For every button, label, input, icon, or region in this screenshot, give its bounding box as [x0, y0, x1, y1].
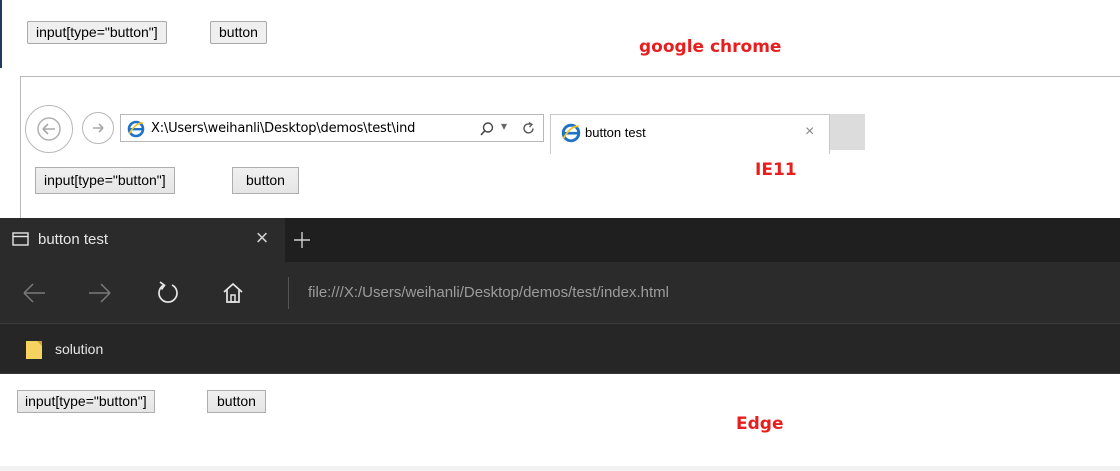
chrome-button[interactable]: button	[210, 21, 267, 44]
ie-forward-button[interactable]	[82, 112, 114, 144]
edge-section: button test × file:///X:/Users/weihanli/…	[0, 218, 1120, 471]
tab-page-icon	[12, 232, 29, 246]
edge-button[interactable]: button	[207, 390, 266, 413]
ie-address-bar[interactable]: X:\Users\weihanli\Desktop\demos\test\ind…	[120, 114, 544, 142]
ie-window-top-border	[20, 76, 1120, 77]
chrome-window-edge	[0, 0, 2, 68]
edge-tab-bar: button test ×	[0, 218, 1120, 262]
edge-input-button[interactable]: input[type="button"]	[17, 390, 155, 413]
ie-tab-title: button test	[585, 125, 646, 140]
edge-tab-title: button test	[38, 231, 109, 248]
new-tab-plus-icon[interactable]	[293, 231, 311, 249]
address-separator	[288, 277, 289, 309]
dropdown-arrow-icon[interactable]: ▾	[501, 119, 507, 133]
chrome-section: input[type="button"] button google chrom…	[0, 0, 1120, 68]
ie-address-text: X:\Users\weihanli\Desktop\demos\test\ind	[151, 121, 416, 136]
back-arrow-icon	[37, 117, 61, 141]
chrome-caption: google chrome	[639, 37, 782, 57]
home-icon[interactable]	[222, 282, 244, 304]
edge-nav-bar: file:///X:/Users/weihanli/Desktop/demos/…	[0, 262, 1120, 324]
search-icon[interactable]	[479, 121, 495, 137]
ie-button[interactable]: button	[232, 167, 299, 194]
forward-arrow-icon[interactable]	[88, 282, 112, 304]
edge-caption: Edge	[736, 414, 784, 434]
forward-arrow-icon	[93, 123, 104, 133]
ie-window-left-border	[20, 76, 21, 218]
edge-address-bar[interactable]: file:///X:/Users/weihanli/Desktop/demos/…	[308, 284, 669, 301]
ie-input-button[interactable]: input[type="button"]	[35, 167, 175, 194]
ie-caption: IE11	[755, 160, 797, 180]
edge-bottom-border	[0, 466, 1120, 471]
close-icon[interactable]: ×	[250, 225, 274, 250]
favorite-item-solution[interactable]: solution	[55, 341, 103, 357]
favorite-page-icon	[26, 341, 42, 359]
refresh-icon[interactable]	[156, 280, 180, 306]
ie-tab[interactable]: button test ×	[550, 114, 830, 154]
ie-logo-icon	[127, 120, 145, 138]
edge-favorites-bar: solution	[0, 324, 1120, 374]
back-arrow-icon[interactable]	[22, 282, 46, 304]
ie11-section: X:\Users\weihanli\Desktop\demos\test\ind…	[0, 68, 1120, 218]
edge-tab[interactable]: button test ×	[0, 218, 285, 262]
ie-logo-icon	[561, 123, 581, 143]
chrome-input-button[interactable]: input[type="button"]	[27, 21, 167, 44]
ie-back-button[interactable]	[25, 105, 73, 153]
ie-new-tab-button[interactable]	[830, 114, 865, 150]
close-icon[interactable]: ×	[805, 123, 814, 141]
refresh-icon[interactable]	[521, 121, 536, 136]
